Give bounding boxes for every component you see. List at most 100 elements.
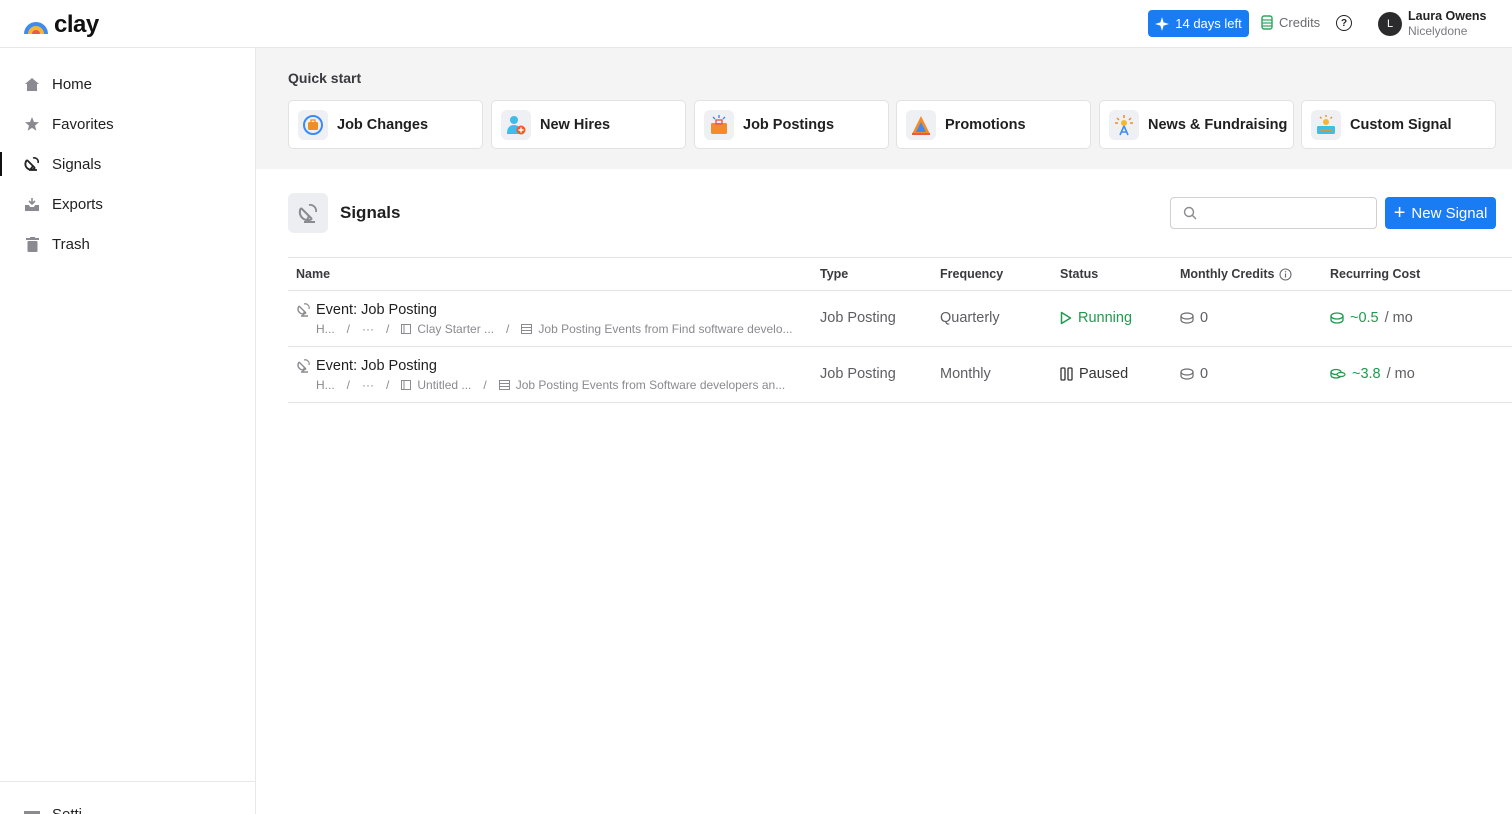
quick-start-title: Quick start: [288, 70, 362, 86]
column-header-frequency[interactable]: Frequency: [940, 267, 1003, 281]
signals-table: Name Type Frequency Status Monthly Credi…: [288, 257, 1512, 403]
table-icon: [498, 380, 510, 390]
breadcrumb-item[interactable]: Clay Starter ...: [417, 322, 494, 336]
column-header-status[interactable]: Status: [1060, 267, 1098, 281]
signal-type: Job Posting: [820, 310, 896, 326]
status-label: Paused: [1079, 366, 1129, 382]
quick-start-promotions[interactable]: Promotions: [896, 100, 1091, 149]
credits-value: 0: [1200, 366, 1209, 382]
clay-logo[interactable]: clay: [22, 11, 99, 39]
quick-start-label: Custom Signal: [1350, 116, 1452, 133]
quick-start-custom-signal[interactable]: Custom Signal: [1301, 100, 1496, 149]
coin-icon: [1330, 312, 1344, 324]
user-org: Nicelydone: [1408, 24, 1468, 38]
monthly-credits: 0: [1180, 366, 1208, 382]
quick-start-label: News & Fundraising: [1148, 116, 1288, 133]
page-title: Signals: [340, 203, 401, 222]
column-header-label: Monthly Credits: [1180, 267, 1275, 281]
news-icon: [1109, 110, 1139, 140]
recurring-cost: ~3.8 / mo: [1330, 366, 1415, 382]
pause-icon: [1060, 367, 1073, 381]
home-icon: [24, 76, 40, 92]
credits-value: 0: [1200, 310, 1209, 326]
star-icon: [24, 116, 40, 132]
breadcrumb: H... / ··· / Untitled ... / Job Posting …: [316, 378, 786, 392]
coins-stack-icon: [1330, 368, 1346, 379]
credits-button[interactable]: Credits: [1261, 15, 1320, 30]
user-menu[interactable]: L Laura Owens Nicelydone: [1378, 9, 1487, 39]
export-icon: [24, 196, 40, 212]
user-name: Laura Owens: [1408, 9, 1487, 23]
sidebar-item-home[interactable]: Home: [0, 68, 255, 100]
table-row[interactable]: Event: Job Posting H... / ··· / Untitled…: [288, 347, 1512, 403]
coins-icon: [1261, 15, 1273, 30]
cost-unit: / mo: [1384, 310, 1413, 326]
signal-frequency: Monthly: [940, 366, 991, 382]
breadcrumb-ellipsis[interactable]: ···: [362, 378, 374, 392]
trash-icon: [24, 236, 40, 252]
breadcrumb-item[interactable]: Untitled ...: [417, 378, 471, 392]
sidebar-item-trash[interactable]: Trash: [0, 228, 255, 260]
help-icon[interactable]: ?: [1336, 15, 1352, 31]
signal-name[interactable]: Event: Job Posting: [316, 302, 437, 318]
breadcrumb-item[interactable]: Job Posting Events from Software develop…: [516, 378, 785, 392]
sidebar-item-label: Setti: [52, 806, 82, 814]
breadcrumb-item[interactable]: Job Posting Events from Find software de…: [538, 322, 792, 336]
trial-days-button[interactable]: 14 days left: [1148, 10, 1249, 37]
search-box[interactable]: [1170, 197, 1377, 229]
search-icon: [1183, 206, 1197, 225]
play-icon: [1060, 311, 1072, 325]
sidebar-item-exports[interactable]: Exports: [0, 188, 255, 220]
new-signal-button[interactable]: + New Signal: [1385, 197, 1496, 229]
gear-icon: [24, 810, 40, 814]
quick-start-job-postings[interactable]: Job Postings: [694, 100, 889, 149]
sidebar-item-signals[interactable]: Signals: [0, 148, 255, 180]
sidebar-item-label: Trash: [52, 235, 90, 253]
breadcrumb-item[interactable]: H...: [316, 378, 335, 392]
quick-start-panel: Quick start Job Changes New Hires Job Po…: [256, 48, 1512, 169]
new-hires-icon: [501, 110, 531, 140]
cost-unit: / mo: [1386, 366, 1415, 382]
coin-icon: [1180, 312, 1194, 324]
quick-start-new-hires[interactable]: New Hires: [491, 100, 686, 149]
sidebar-item-favorites[interactable]: Favorites: [0, 108, 255, 140]
quick-start-label: Job Changes: [337, 116, 429, 133]
clay-logo-icon: [24, 22, 48, 34]
quick-start-label: Promotions: [945, 116, 1026, 133]
table-icon: [521, 324, 533, 334]
signal-frequency: Quarterly: [940, 310, 1000, 326]
sidebar-item-label: Signals: [52, 155, 102, 173]
column-header-monthly-credits[interactable]: Monthly Credits: [1180, 267, 1293, 281]
credits-label: Credits: [1279, 15, 1321, 30]
signal-icon: [297, 359, 311, 378]
signals-header-icon: [288, 193, 328, 233]
column-header-type[interactable]: Type: [820, 267, 848, 281]
signal-name[interactable]: Event: Job Posting: [316, 358, 437, 374]
signal-icon: [297, 303, 311, 322]
sidebar-item-settings[interactable]: Setti: [24, 806, 82, 814]
promotions-icon: [906, 110, 936, 140]
sparkle-icon: [1155, 16, 1170, 31]
column-header-name[interactable]: Name: [296, 267, 330, 281]
quick-start-job-changes[interactable]: Job Changes: [288, 100, 483, 149]
table-row[interactable]: Event: Job Posting H... / ··· / Clay Sta…: [288, 291, 1512, 347]
trial-label: 14 days left: [1175, 16, 1242, 31]
status-badge: Paused: [1060, 366, 1128, 382]
breadcrumb-item[interactable]: H...: [316, 322, 335, 336]
quick-start-label: Job Postings: [743, 116, 835, 133]
info-icon[interactable]: [1279, 267, 1293, 281]
cost-value: ~0.5: [1350, 310, 1379, 326]
job-postings-icon: [704, 110, 734, 140]
signal-icon: [24, 156, 40, 172]
quick-start-news-fundraising[interactable]: News & Fundraising: [1099, 100, 1294, 149]
sidebar-divider: [0, 781, 255, 782]
monthly-credits: 0: [1180, 310, 1208, 326]
breadcrumb-ellipsis[interactable]: ···: [362, 322, 374, 336]
top-bar: clay 14 days left Credits ? L Laura Owen…: [0, 0, 1512, 48]
recurring-cost: ~0.5 / mo: [1330, 310, 1413, 326]
job-changes-icon: [298, 110, 328, 140]
signal-type: Job Posting: [820, 366, 896, 382]
column-header-recurring-cost[interactable]: Recurring Cost: [1330, 267, 1420, 281]
sidebar-item-label: Favorites: [52, 115, 114, 133]
search-input[interactable]: [1205, 203, 1370, 223]
